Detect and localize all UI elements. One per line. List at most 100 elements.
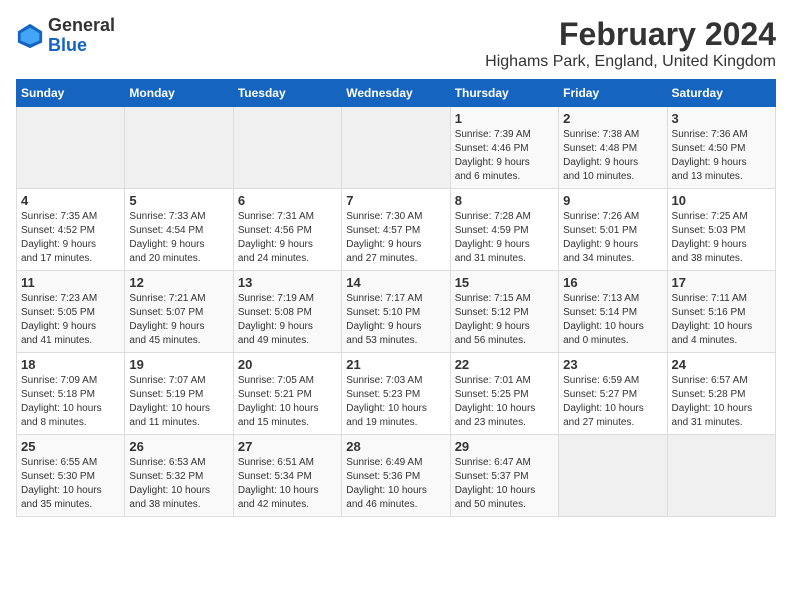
day-info: Sunrise: 6:53 AM Sunset: 5:32 PM Dayligh…	[129, 456, 228, 512]
calendar-cell: 29 Sunrise: 6:47 AM Sunset: 5:37 PM Dayli…	[450, 435, 558, 517]
calendar-cell	[342, 107, 450, 189]
day-info: Sunrise: 7:39 AM Sunset: 4:46 PM Dayligh…	[455, 128, 554, 184]
calendar-cell: 15Sunrise: 7:15 AM Sunset: 5:12 PM Dayli…	[450, 271, 558, 353]
header-day-thursday: Thursday	[450, 80, 558, 107]
day-info: Sunrise: 6:55 AM Sunset: 5:30 PM Dayligh…	[21, 456, 120, 512]
calendar-cell: 18 Sunrise: 7:09 AM Sunset: 5:18 PM Dayli…	[17, 353, 125, 435]
calendar-cell: 25 Sunrise: 6:55 AM Sunset: 5:30 PM Dayli…	[17, 435, 125, 517]
calendar-week-5: 25 Sunrise: 6:55 AM Sunset: 5:30 PM Dayli…	[17, 435, 776, 517]
calendar-cell: 5 Sunrise: 7:33 AM Sunset: 4:54 PM Daylig…	[125, 189, 233, 271]
day-info: Sunrise: 7:13 AM Sunset: 5:14 PM Dayligh…	[563, 292, 662, 348]
day-number: 8	[455, 193, 554, 208]
day-info: Sunrise: 7:31 AM Sunset: 4:56 PM Dayligh…	[238, 210, 337, 266]
calendar-cell	[233, 107, 341, 189]
header-day-sunday: Sunday	[17, 80, 125, 107]
calendar-cell: 1 Sunrise: 7:39 AM Sunset: 4:46 PM Daylig…	[450, 107, 558, 189]
calendar-body: 1 Sunrise: 7:39 AM Sunset: 4:46 PM Daylig…	[17, 107, 776, 517]
day-info: Sunrise: 7:11 AM Sunset: 5:16 PM Dayligh…	[672, 292, 771, 348]
calendar-header: SundayMondayTuesdayWednesdayThursdayFrid…	[17, 80, 776, 107]
calendar-cell	[17, 107, 125, 189]
day-info: Sunrise: 7:03 AM Sunset: 5:23 PM Dayligh…	[346, 374, 445, 430]
header-row: SundayMondayTuesdayWednesdayThursdayFrid…	[17, 80, 776, 107]
day-info: Sunrise: 7:36 AM Sunset: 4:50 PM Dayligh…	[672, 128, 771, 184]
day-info: Sunrise: 6:59 AM Sunset: 5:27 PM Dayligh…	[563, 374, 662, 430]
day-number: 26	[129, 439, 228, 454]
day-number: 19	[129, 357, 228, 372]
calendar-cell: 4 Sunrise: 7:35 AM Sunset: 4:52 PM Daylig…	[17, 189, 125, 271]
header-day-saturday: Saturday	[667, 80, 775, 107]
day-info: Sunrise: 7:21 AM Sunset: 5:07 PM Dayligh…	[129, 292, 228, 348]
header-day-monday: Monday	[125, 80, 233, 107]
day-info: Sunrise: 7:28 AM Sunset: 4:59 PM Dayligh…	[455, 210, 554, 266]
day-info: Sunrise: 7:30 AM Sunset: 4:57 PM Dayligh…	[346, 210, 445, 266]
day-number: 1	[455, 111, 554, 126]
calendar-cell	[559, 435, 667, 517]
logo-icon	[16, 22, 44, 50]
calendar-cell: 19 Sunrise: 7:07 AM Sunset: 5:19 PM Dayli…	[125, 353, 233, 435]
calendar-cell: 21 Sunrise: 7:03 AM Sunset: 5:23 PM Dayli…	[342, 353, 450, 435]
calendar-cell: 28Sunrise: 6:49 AM Sunset: 5:36 PM Dayli…	[342, 435, 450, 517]
day-info: Sunrise: 6:49 AM Sunset: 5:36 PM Dayligh…	[346, 456, 445, 512]
header-day-wednesday: Wednesday	[342, 80, 450, 107]
day-number: 7	[346, 193, 445, 208]
header: General Blue February 2024 Highams Park,…	[16, 16, 776, 71]
day-info: Sunrise: 7:09 AM Sunset: 5:18 PM Dayligh…	[21, 374, 120, 430]
calendar-cell	[125, 107, 233, 189]
calendar-cell: 3Sunrise: 7:36 AM Sunset: 4:50 PM Daylig…	[667, 107, 775, 189]
calendar-week-2: 4 Sunrise: 7:35 AM Sunset: 4:52 PM Daylig…	[17, 189, 776, 271]
day-info: Sunrise: 7:38 AM Sunset: 4:48 PM Dayligh…	[563, 128, 662, 184]
day-number: 27	[238, 439, 337, 454]
day-number: 15	[455, 275, 554, 290]
logo-blue-text: Blue	[48, 35, 87, 55]
day-number: 24	[672, 357, 771, 372]
day-number: 14	[346, 275, 445, 290]
day-number: 2	[563, 111, 662, 126]
day-number: 25	[21, 439, 120, 454]
day-number: 16	[563, 275, 662, 290]
day-info: Sunrise: 6:47 AM Sunset: 5:37 PM Dayligh…	[455, 456, 554, 512]
day-number: 13	[238, 275, 337, 290]
calendar-cell: 27 Sunrise: 6:51 AM Sunset: 5:34 PM Dayli…	[233, 435, 341, 517]
header-day-friday: Friday	[559, 80, 667, 107]
calendar-cell: 14 Sunrise: 7:17 AM Sunset: 5:10 PM Dayli…	[342, 271, 450, 353]
day-info: Sunrise: 6:57 AM Sunset: 5:28 PM Dayligh…	[672, 374, 771, 430]
day-info: Sunrise: 7:33 AM Sunset: 4:54 PM Dayligh…	[129, 210, 228, 266]
logo-general-text: General	[48, 15, 115, 35]
calendar-cell: 6Sunrise: 7:31 AM Sunset: 4:56 PM Daylig…	[233, 189, 341, 271]
day-number: 4	[21, 193, 120, 208]
day-number: 9	[563, 193, 662, 208]
day-info: Sunrise: 7:23 AM Sunset: 5:05 PM Dayligh…	[21, 292, 120, 348]
day-info: Sunrise: 7:35 AM Sunset: 4:52 PM Dayligh…	[21, 210, 120, 266]
day-info: Sunrise: 7:26 AM Sunset: 5:01 PM Dayligh…	[563, 210, 662, 266]
calendar-cell: 22 Sunrise: 7:01 AM Sunset: 5:25 PM Dayli…	[450, 353, 558, 435]
calendar-week-4: 18 Sunrise: 7:09 AM Sunset: 5:18 PM Dayli…	[17, 353, 776, 435]
calendar-title: February 2024	[485, 16, 776, 53]
day-info: Sunrise: 7:19 AM Sunset: 5:08 PM Dayligh…	[238, 292, 337, 348]
day-info: Sunrise: 7:17 AM Sunset: 5:10 PM Dayligh…	[346, 292, 445, 348]
day-number: 18	[21, 357, 120, 372]
day-number: 22	[455, 357, 554, 372]
day-info: Sunrise: 7:07 AM Sunset: 5:19 PM Dayligh…	[129, 374, 228, 430]
calendar-cell: 8 Sunrise: 7:28 AM Sunset: 4:59 PM Daylig…	[450, 189, 558, 271]
day-number: 29	[455, 439, 554, 454]
day-info: Sunrise: 7:25 AM Sunset: 5:03 PM Dayligh…	[672, 210, 771, 266]
day-number: 17	[672, 275, 771, 290]
day-number: 21	[346, 357, 445, 372]
day-number: 23	[563, 357, 662, 372]
calendar-cell: 16 Sunrise: 7:13 AM Sunset: 5:14 PM Dayli…	[559, 271, 667, 353]
calendar-cell: 2 Sunrise: 7:38 AM Sunset: 4:48 PM Daylig…	[559, 107, 667, 189]
day-info: Sunrise: 6:51 AM Sunset: 5:34 PM Dayligh…	[238, 456, 337, 512]
day-number: 5	[129, 193, 228, 208]
calendar-cell: 9 Sunrise: 7:26 AM Sunset: 5:01 PM Daylig…	[559, 189, 667, 271]
calendar-subtitle: Highams Park, England, United Kingdom	[485, 53, 776, 71]
day-number: 12	[129, 275, 228, 290]
day-info: Sunrise: 7:05 AM Sunset: 5:21 PM Dayligh…	[238, 374, 337, 430]
calendar-table: SundayMondayTuesdayWednesdayThursdayFrid…	[16, 79, 776, 517]
day-number: 10	[672, 193, 771, 208]
calendar-week-1: 1 Sunrise: 7:39 AM Sunset: 4:46 PM Daylig…	[17, 107, 776, 189]
header-day-tuesday: Tuesday	[233, 80, 341, 107]
day-info: Sunrise: 7:01 AM Sunset: 5:25 PM Dayligh…	[455, 374, 554, 430]
day-number: 20	[238, 357, 337, 372]
calendar-cell	[667, 435, 775, 517]
calendar-cell: 12 Sunrise: 7:21 AM Sunset: 5:07 PM Dayli…	[125, 271, 233, 353]
